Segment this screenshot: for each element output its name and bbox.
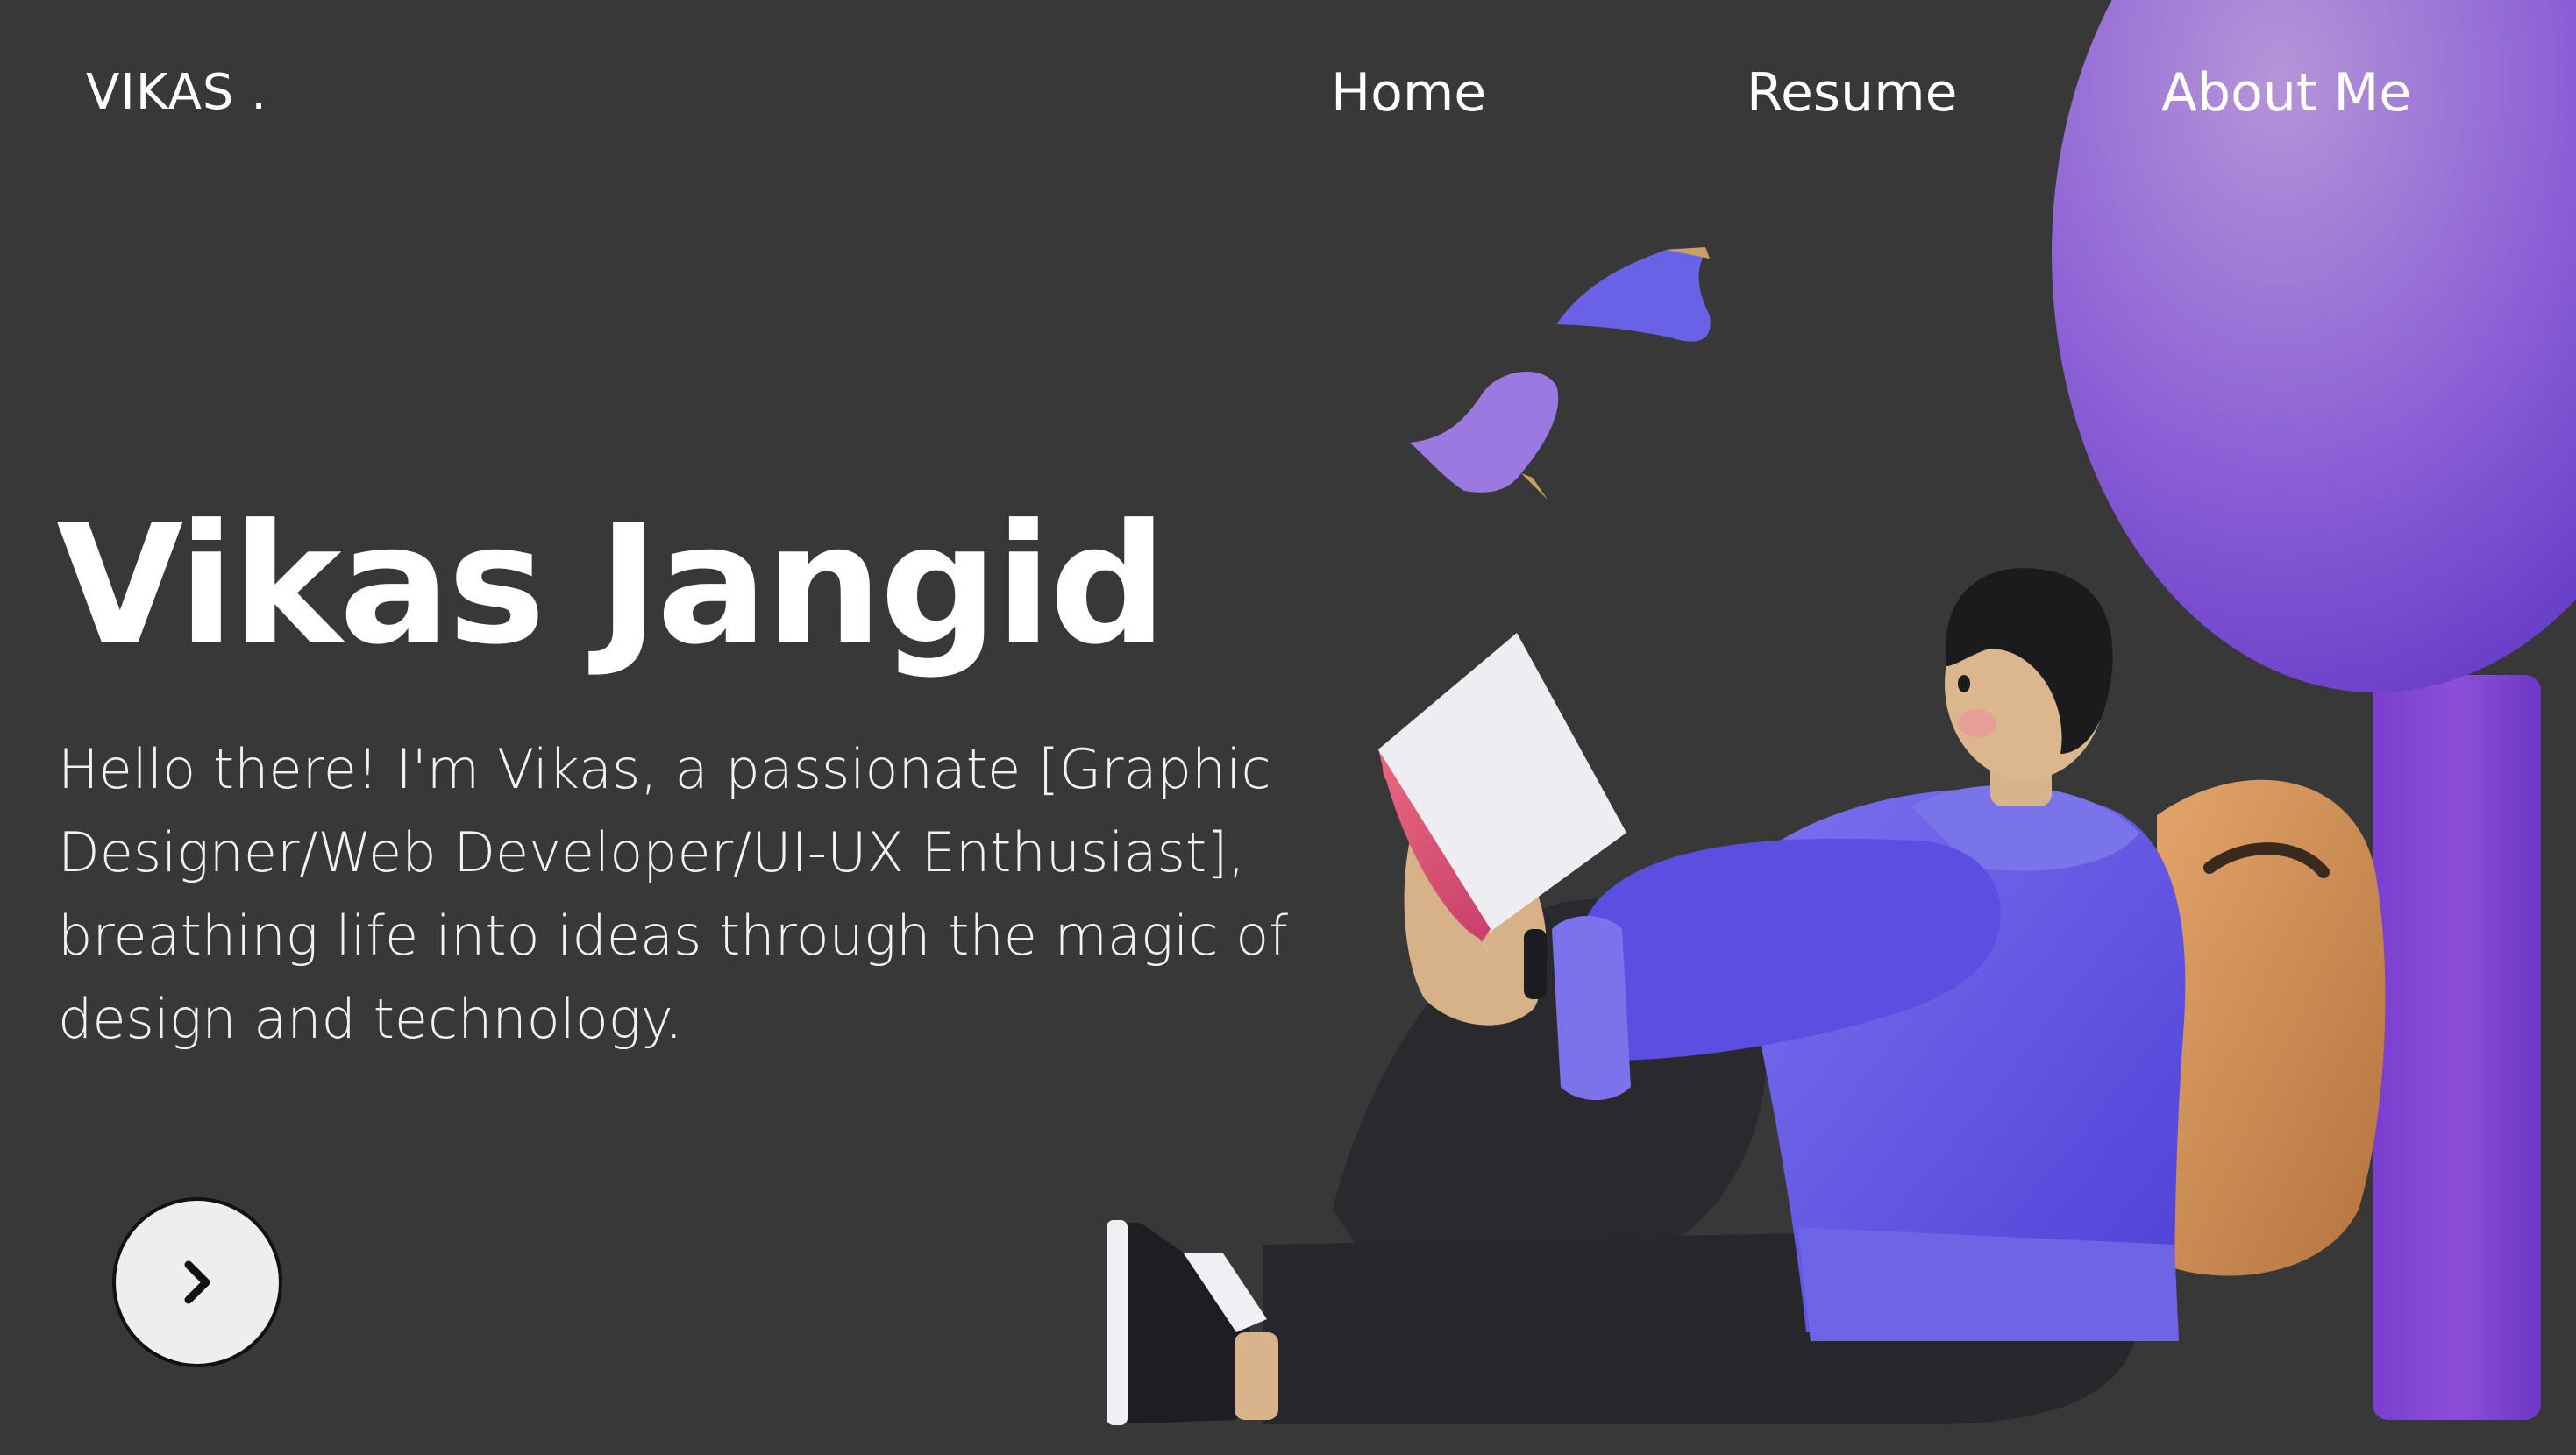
hero-illustration [1107,0,2576,1425]
bird-icon [1410,371,1559,500]
person [1107,568,2386,1425]
nav-home-link[interactable]: Home [1331,67,1486,119]
bird-icon [1556,247,1711,342]
landing-page: VIKAS . Home Resume About Me Vikas Jangi… [0,0,2576,1455]
nav-resume-link[interactable]: Resume [1747,67,1958,119]
nav-about-me-link[interactable]: About Me [2161,67,2411,119]
